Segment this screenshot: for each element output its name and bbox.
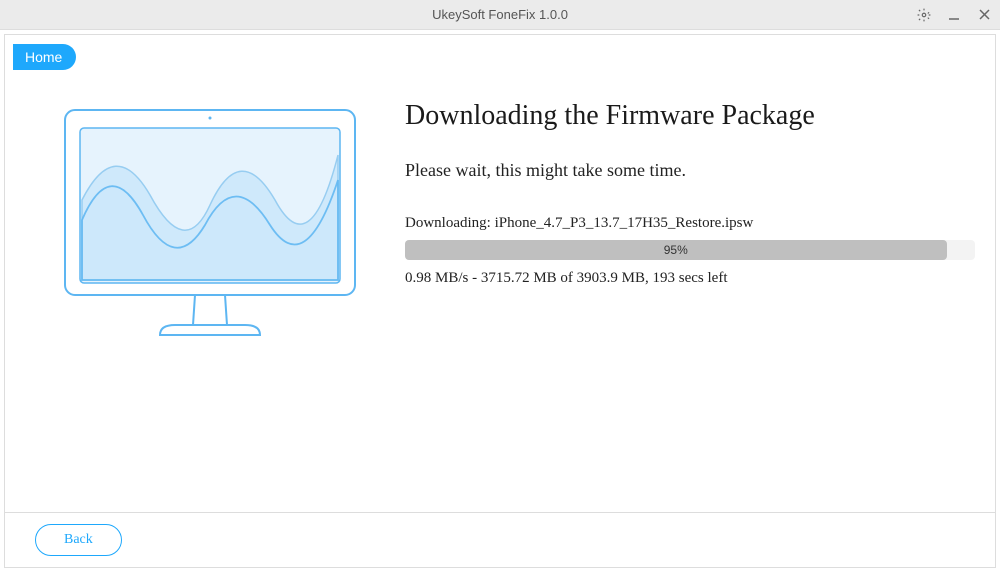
page-subtitle: Please wait, this might take some time. bbox=[405, 160, 975, 181]
settings-icon[interactable] bbox=[916, 7, 932, 23]
download-filename: Downloading: iPhone_4.7_P3_13.7_17H35_Re… bbox=[405, 215, 975, 232]
window-title: UkeySoft FoneFix 1.0.0 bbox=[432, 7, 568, 22]
progress-percent-text: 95% bbox=[664, 243, 688, 257]
monitor-illustration bbox=[55, 100, 365, 360]
progress-bar: 95% bbox=[405, 240, 975, 260]
close-icon[interactable] bbox=[976, 7, 992, 23]
back-button[interactable]: Back bbox=[35, 524, 122, 556]
download-panel: Downloading the Firmware Package Please … bbox=[365, 100, 975, 360]
content-wrapper: Home Downloading the Firmware Pack bbox=[4, 34, 996, 568]
page-title: Downloading the Firmware Package bbox=[405, 100, 975, 132]
main-area: Downloading the Firmware Package Please … bbox=[5, 35, 995, 360]
download-stats: 0.98 MB/s - 3715.72 MB of 3903.9 MB, 193… bbox=[405, 270, 975, 287]
titlebar: UkeySoft FoneFix 1.0.0 bbox=[0, 0, 1000, 30]
minimize-icon[interactable] bbox=[946, 7, 962, 23]
footer: Back bbox=[5, 512, 995, 567]
progress-fill: 95% bbox=[405, 240, 947, 260]
titlebar-controls bbox=[916, 7, 992, 23]
home-tab[interactable]: Home bbox=[13, 44, 76, 70]
